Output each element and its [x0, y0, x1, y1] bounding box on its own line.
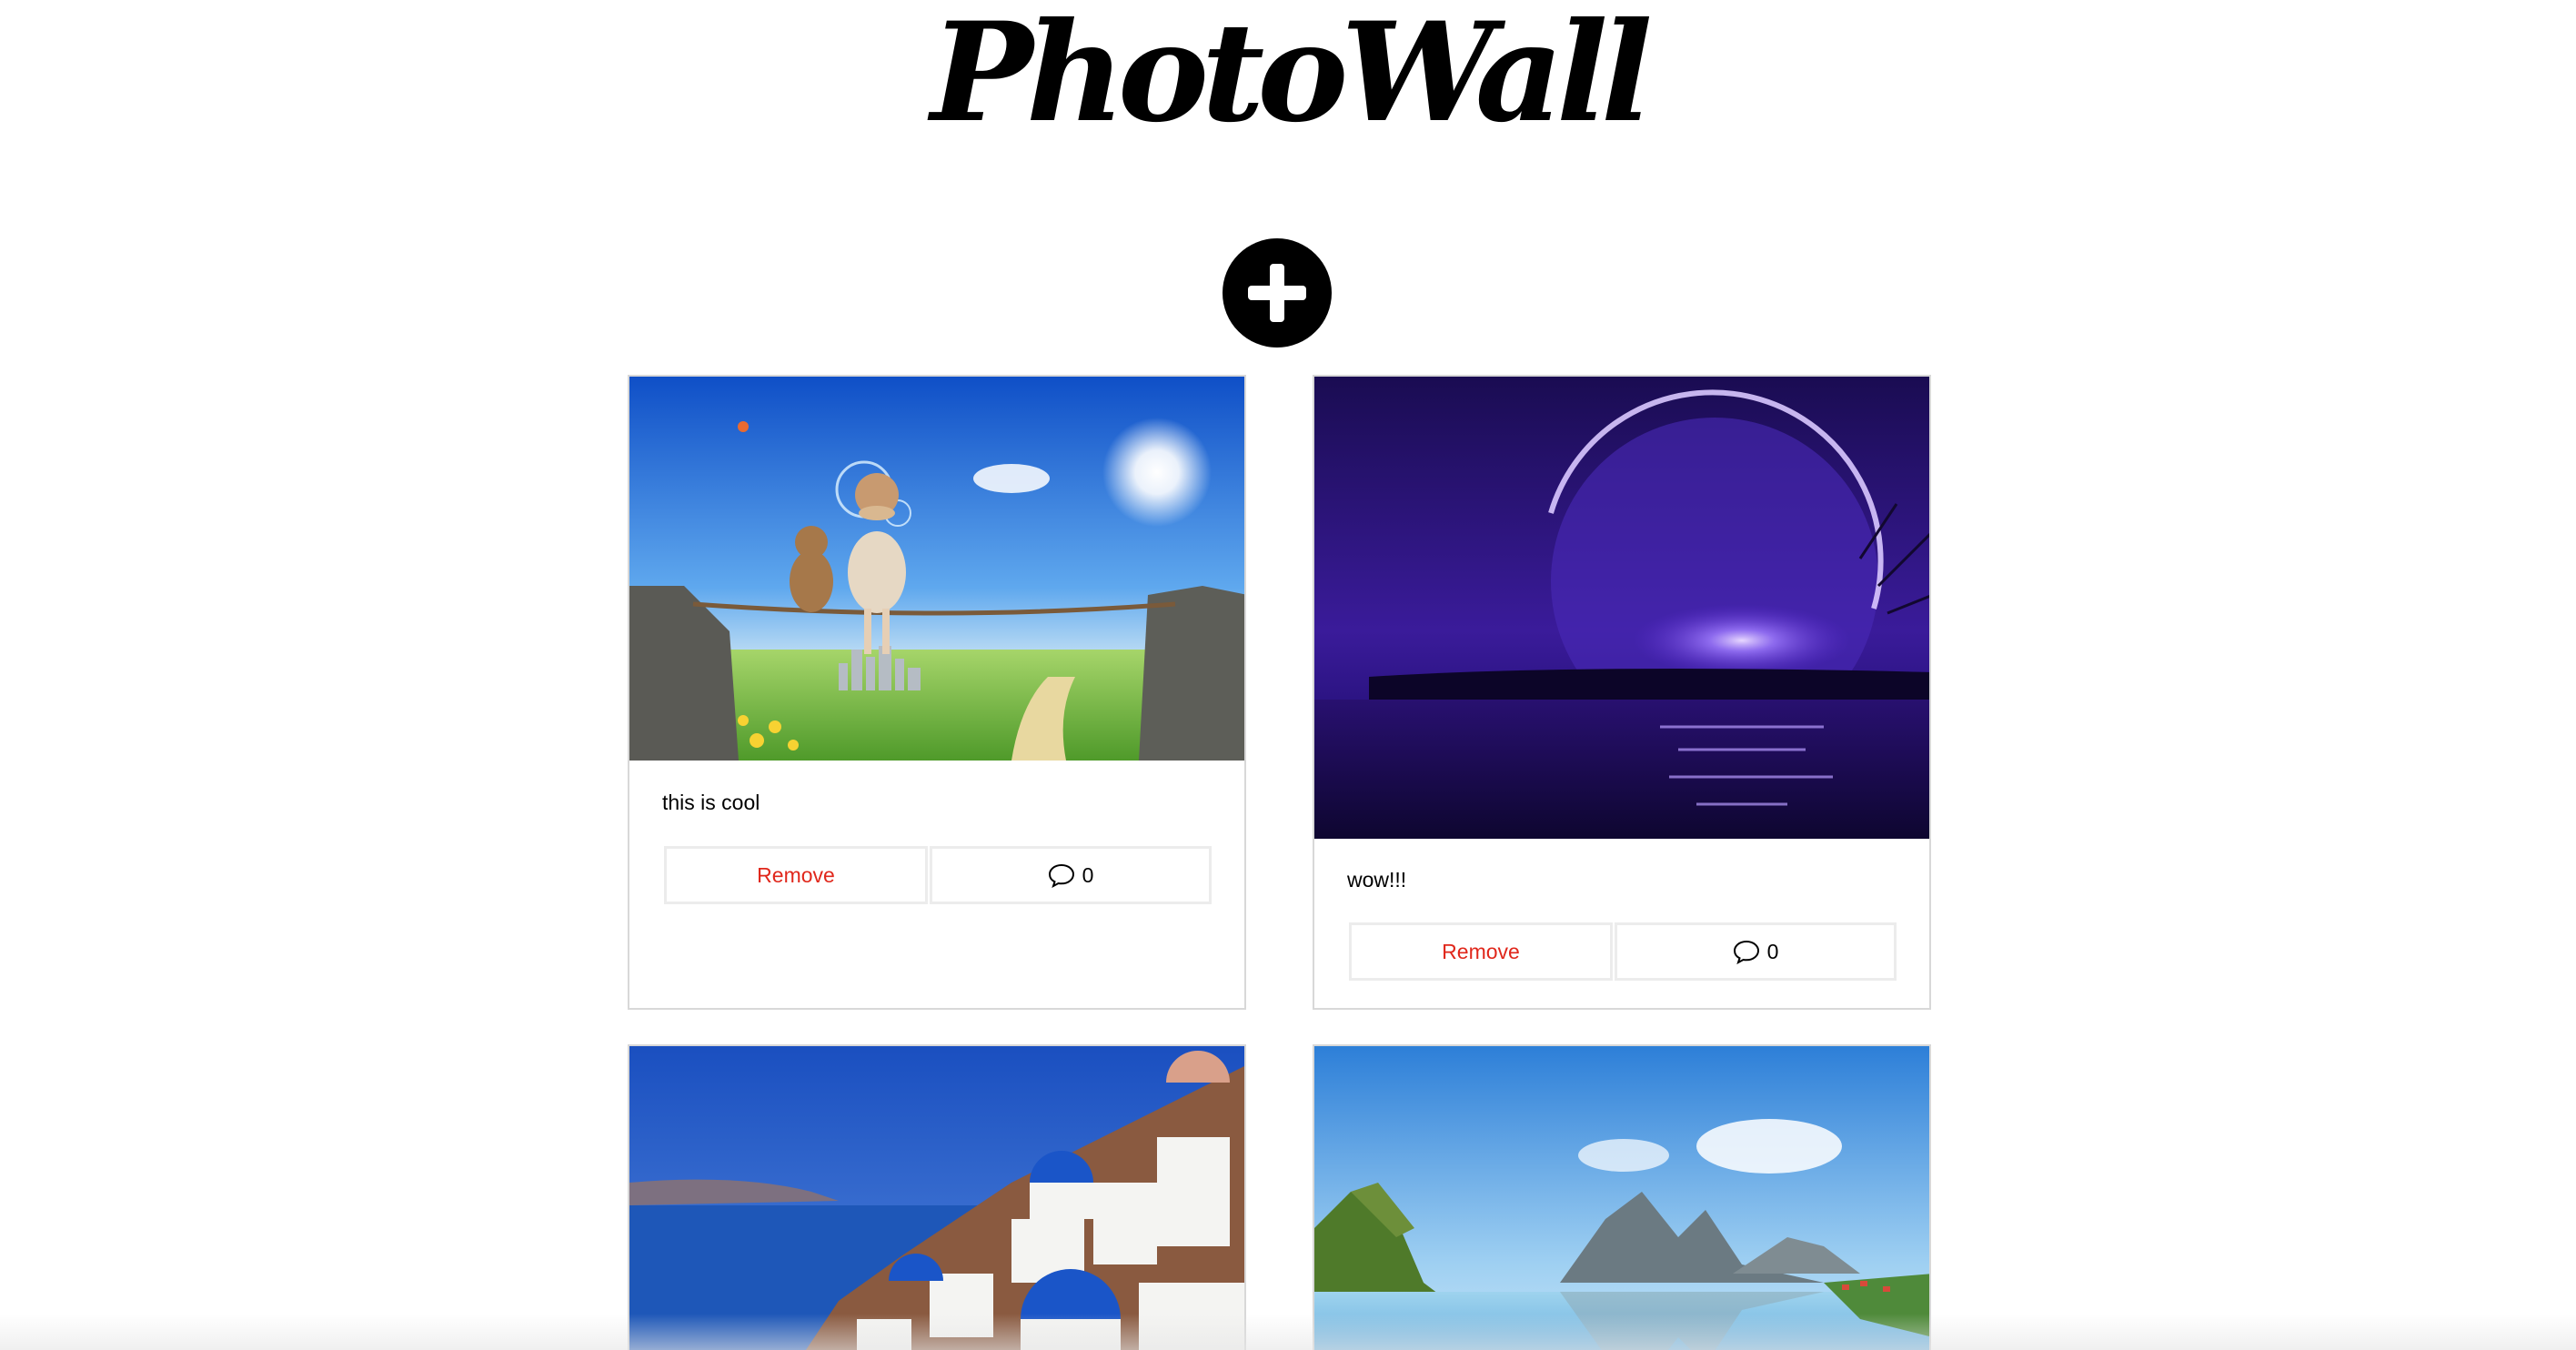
comment-icon [1733, 940, 1759, 964]
photo-image [1314, 377, 1929, 839]
card-actions: Remove 0 [664, 846, 1219, 904]
comment-count: 0 [1766, 939, 1779, 963]
comments-button[interactable]: 0 [930, 846, 1212, 904]
photo-image [629, 377, 1244, 761]
comment-count: 0 [1082, 862, 1094, 887]
mountain-lake-photo [1314, 1046, 1929, 1350]
remove-button[interactable]: Remove [664, 846, 928, 904]
photo-card: wow!!! Remove 0 [1313, 375, 1931, 1010]
photo-card: this is cool Remove 0 [628, 375, 1246, 1010]
photo-image [629, 1046, 1244, 1350]
remove-button[interactable]: Remove [1349, 922, 1613, 981]
comment-icon [1048, 863, 1074, 888]
card-actions: Remove 0 [1349, 922, 1904, 981]
child-teddy-rope-photo [629, 377, 1244, 761]
app-logo: PhotoWall [931, 0, 1653, 153]
comments-button[interactable]: 0 [1615, 922, 1897, 981]
purple-moon-photo [1314, 377, 1929, 839]
photo-caption: this is cool [662, 791, 760, 814]
santorini-photo [629, 1046, 1244, 1350]
photo-image [1314, 1046, 1929, 1350]
photo-card [628, 1044, 1246, 1350]
plus-icon-vertical [1270, 264, 1284, 322]
photowall-page: PhotoWall this is cool Remove 0 wow!!! R… [0, 0, 2576, 1350]
photo-caption: wow!!! [1347, 868, 1407, 892]
bottom-fade [0, 1314, 2576, 1350]
photo-card [1313, 1044, 1931, 1350]
add-photo-button[interactable] [1223, 238, 1332, 348]
